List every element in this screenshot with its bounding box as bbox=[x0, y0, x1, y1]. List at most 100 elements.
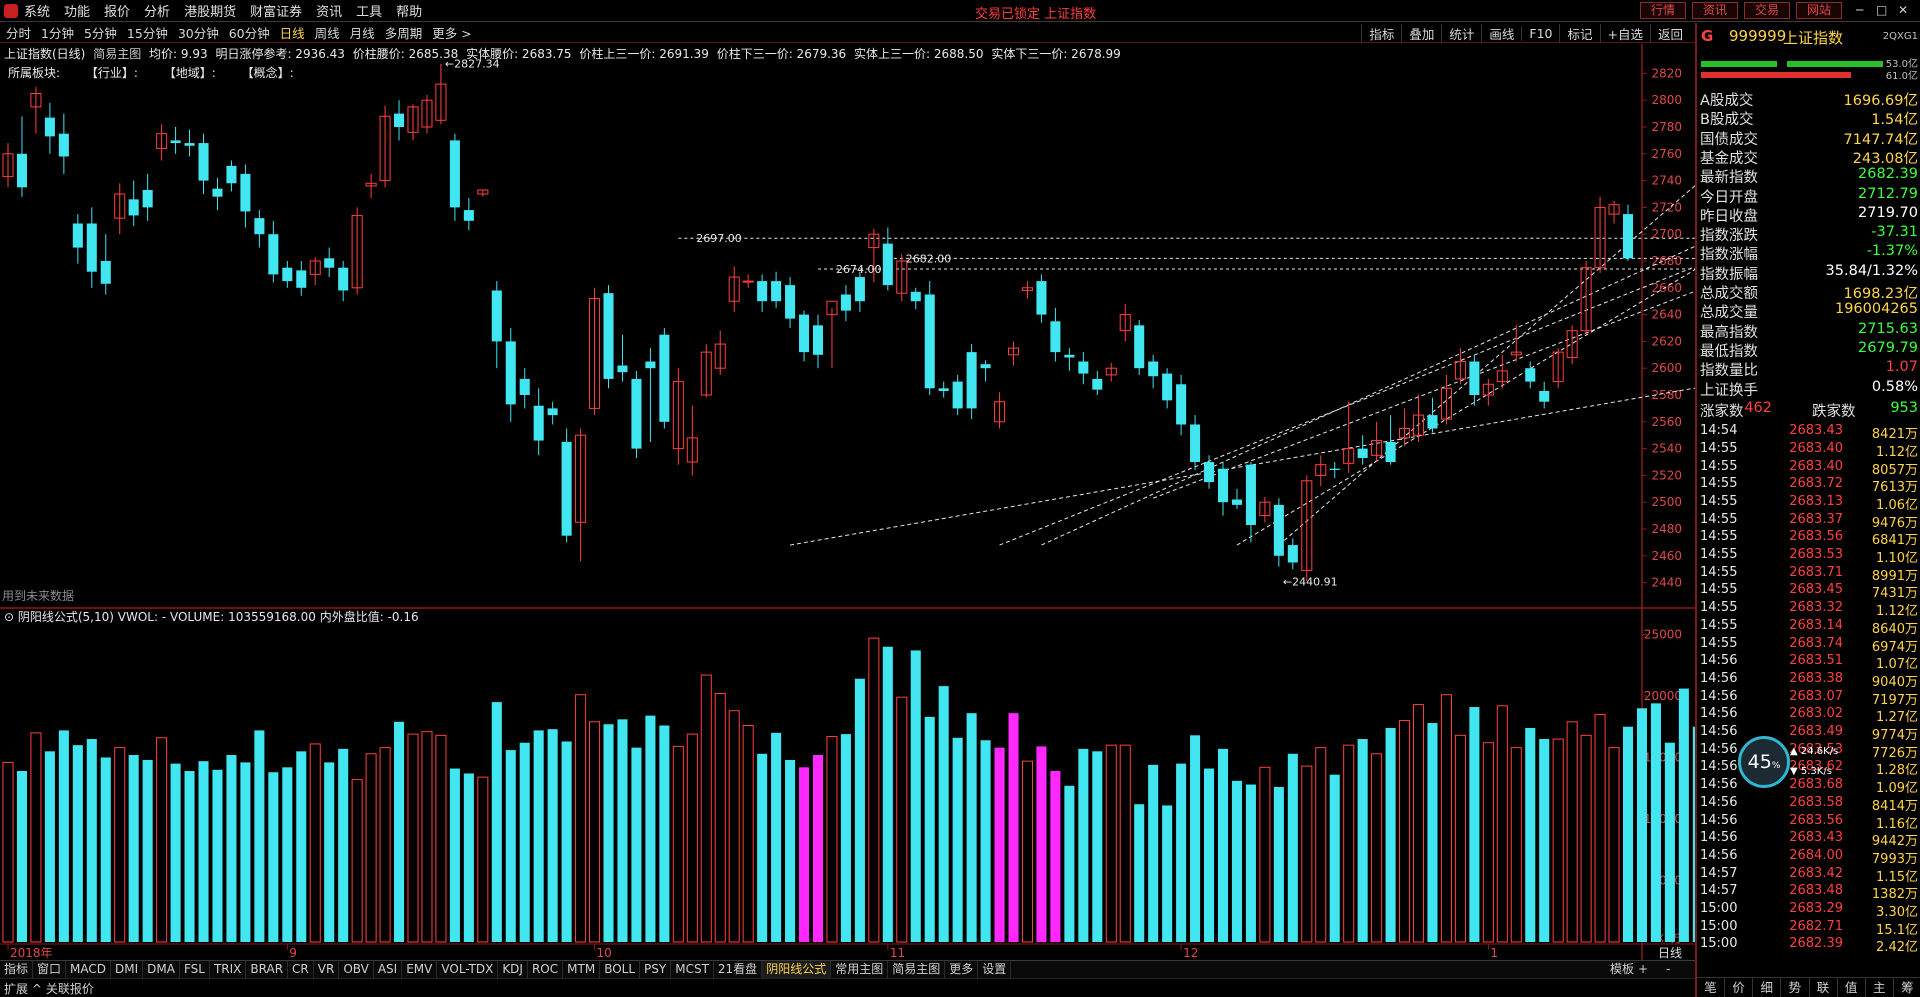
website-button[interactable]: 网站 bbox=[1796, 2, 1842, 19]
period-daily[interactable]: 日线 bbox=[280, 23, 305, 42]
tab-22[interactable]: 常用主图 bbox=[831, 960, 889, 979]
tool-indicator[interactable]: 指标 bbox=[1361, 23, 1401, 43]
tab-23[interactable]: 简易主图 bbox=[888, 960, 946, 979]
period-30min[interactable]: 30分钟 bbox=[178, 23, 219, 42]
tab-9[interactable]: VR bbox=[314, 960, 340, 979]
tab-right-0[interactable]: 模板 bbox=[1610, 961, 1634, 978]
related-quote[interactable]: 关联报价 bbox=[46, 980, 94, 997]
volume-bar bbox=[1525, 727, 1536, 942]
period-15min[interactable]: 15分钟 bbox=[127, 23, 168, 42]
tab-6[interactable]: TRIX bbox=[210, 960, 247, 979]
tool-overlay[interactable]: 叠加 bbox=[1401, 23, 1441, 43]
side-tab-link[interactable]: 联 bbox=[1810, 978, 1838, 997]
minimize-icon[interactable]: ─ bbox=[1856, 3, 1863, 17]
tick-volume: 8414万 bbox=[1871, 798, 1918, 814]
tab-right-1[interactable]: + bbox=[1638, 961, 1648, 978]
candle-body bbox=[212, 188, 223, 197]
tab-8[interactable]: CR bbox=[288, 960, 314, 979]
menu-item-hk-futures[interactable]: 港股期货 bbox=[184, 1, 236, 20]
volume-bar bbox=[114, 747, 126, 943]
side-tab-trend[interactable]: 势 bbox=[1781, 978, 1810, 997]
tool-f10[interactable]: F10 bbox=[1521, 25, 1559, 41]
candle-body bbox=[840, 294, 851, 311]
tick-row: 14:54 2683.43 8421万 bbox=[1697, 423, 1920, 442]
side-tab-chips[interactable]: 筹 bbox=[1894, 978, 1920, 997]
volume-bar bbox=[1329, 774, 1340, 942]
period-1min[interactable]: 1分钟 bbox=[41, 23, 74, 42]
expand-toggle[interactable]: 扩展 ^ bbox=[4, 980, 42, 997]
tab-14[interactable]: KDJ bbox=[498, 960, 528, 979]
close-icon[interactable]: ✕ bbox=[1898, 3, 1908, 17]
tab-3[interactable]: DMI bbox=[111, 960, 144, 979]
period-5min[interactable]: 5分钟 bbox=[84, 23, 117, 42]
menu-item-broker[interactable]: 财富证券 bbox=[250, 1, 302, 20]
quote-button[interactable]: 行情 bbox=[1640, 2, 1686, 19]
volume-tick-label: 20000 bbox=[1644, 689, 1682, 703]
stat-row: 指数涨跌 -37.31 bbox=[1697, 224, 1920, 244]
menu-item-help[interactable]: 帮助 bbox=[396, 1, 422, 20]
tick-time: 14:55 bbox=[1700, 582, 1738, 598]
tick-time: 15:00 bbox=[1700, 901, 1738, 916]
tick-time: 15:00 bbox=[1700, 918, 1738, 934]
tab-12[interactable]: EMV bbox=[402, 960, 438, 979]
menu-item-tools[interactable]: 工具 bbox=[356, 1, 382, 20]
side-tab-value[interactable]: 值 bbox=[1838, 978, 1866, 997]
candle-body bbox=[785, 285, 796, 319]
tool-back[interactable]: 返回 bbox=[1649, 23, 1690, 43]
tab-2[interactable]: MACD bbox=[66, 960, 112, 979]
volume-bar bbox=[1399, 720, 1411, 943]
tab-24[interactable]: 更多 bbox=[945, 960, 979, 979]
tab-19[interactable]: MCST bbox=[671, 960, 714, 979]
period-60min[interactable]: 60分钟 bbox=[229, 23, 270, 42]
tab-16[interactable]: MTM bbox=[563, 960, 601, 979]
tick-volume: 1382万 bbox=[1871, 887, 1918, 903]
period-intraday[interactable]: 分时 bbox=[6, 23, 31, 42]
news-button[interactable]: 资讯 bbox=[1692, 2, 1738, 19]
tool-add-watchlist[interactable]: +自选 bbox=[1599, 23, 1650, 43]
period-monthly[interactable]: 月线 bbox=[350, 23, 375, 42]
tab-7[interactable]: BRAR bbox=[246, 960, 289, 979]
tab-25[interactable]: 设置 bbox=[978, 960, 1012, 979]
stat-value: 2715.63 bbox=[1858, 320, 1918, 337]
tool-mark[interactable]: 标记 bbox=[1559, 23, 1599, 43]
download-speed: ▼ 5.3K/s bbox=[1790, 766, 1832, 777]
candle-body bbox=[505, 341, 516, 405]
kline-chart[interactable]: 2440246024802500252025402560258026002620… bbox=[0, 44, 1695, 960]
tab-right-2[interactable]: - bbox=[1666, 961, 1670, 978]
volume-bar bbox=[44, 751, 55, 942]
candle-body bbox=[742, 280, 754, 283]
tab-10[interactable]: OBV bbox=[339, 960, 374, 979]
volume-bar bbox=[1496, 705, 1508, 943]
tab-13[interactable]: VOL-TDX bbox=[437, 960, 499, 979]
menu-item-quote[interactable]: 报价 bbox=[104, 1, 130, 20]
network-speed-widget[interactable]: 45% ▲ 24.6K/s ▼ 5.3K/s bbox=[1738, 736, 1840, 788]
period-multi[interactable]: 多周期 bbox=[385, 23, 423, 42]
tab-0[interactable]: 指标 bbox=[0, 960, 34, 979]
tab-15[interactable]: ROC bbox=[528, 960, 564, 979]
tick-time: 14:57 bbox=[1700, 883, 1738, 899]
tab-5[interactable]: FSL bbox=[180, 960, 210, 979]
side-tab-main[interactable]: 主 bbox=[1866, 978, 1894, 997]
tab-18[interactable]: PSY bbox=[640, 960, 672, 979]
tab-20[interactable]: 21看盘 bbox=[714, 960, 763, 979]
menu-item-function[interactable]: 功能 bbox=[64, 1, 90, 20]
menu-item-analysis[interactable]: 分析 bbox=[144, 1, 170, 20]
trade-button[interactable]: 交易 bbox=[1744, 2, 1790, 19]
volume-bar bbox=[198, 761, 209, 942]
tool-statistics[interactable]: 统计 bbox=[1441, 23, 1481, 43]
maximize-icon[interactable]: □ bbox=[1876, 3, 1887, 17]
period-more[interactable]: 更多 > bbox=[432, 23, 471, 42]
menu-item-news[interactable]: 资讯 bbox=[316, 1, 342, 20]
menu-item-system[interactable]: 系统 bbox=[24, 1, 50, 20]
tab-11[interactable]: ASI bbox=[374, 960, 403, 979]
side-tab-tick[interactable]: 笔 bbox=[1697, 978, 1726, 997]
tab-4[interactable]: DMA bbox=[143, 960, 180, 979]
tab-21[interactable]: 阴阳线公式 bbox=[762, 960, 832, 979]
volume-bar bbox=[533, 730, 544, 942]
period-weekly[interactable]: 周线 bbox=[315, 23, 340, 42]
tab-17[interactable]: BOLL bbox=[600, 960, 641, 979]
tab-1[interactable]: 窗口 bbox=[33, 960, 67, 979]
side-tab-detail[interactable]: 细 bbox=[1753, 978, 1782, 997]
side-tab-price[interactable]: 价 bbox=[1725, 978, 1754, 997]
tool-draw-line[interactable]: 画线 bbox=[1481, 23, 1521, 43]
